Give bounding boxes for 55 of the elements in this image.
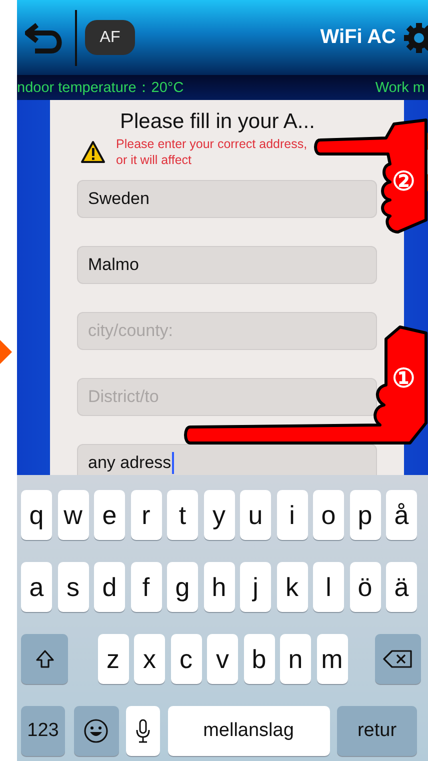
key[interactable]: v [207,634,238,684]
delete-key[interactable] [375,634,421,684]
key[interactable]: å [386,490,417,540]
input-field[interactable]: any adress [77,444,377,475]
key[interactable]: l [313,562,344,612]
back-icon[interactable] [25,20,65,54]
key[interactable]: m [316,634,348,684]
key[interactable]: o [313,490,344,540]
key[interactable]: ä [386,562,417,612]
app-title: WiFi AC [320,26,396,49]
input-field[interactable]: Sweden [77,180,377,218]
shift-icon [34,649,54,669]
warning-text: Please enter your correct address, or it will affect [116,136,308,168]
key[interactable]: k [276,562,308,612]
key[interactable]: z [98,634,128,684]
key[interactable]: q [21,490,52,540]
key[interactable]: d [94,562,125,612]
shift-key[interactable] [21,634,68,684]
return-key[interactable]: retur [337,706,417,756]
key[interactable]: ö [350,562,380,612]
step-number: ② [392,168,415,194]
key[interactable]: a [21,562,52,612]
settings-icon[interactable] [402,20,428,54]
key[interactable]: b [244,634,274,684]
step-number: ① [392,365,415,391]
key[interactable]: t [167,490,198,540]
key[interactable]: s [58,562,88,612]
microphone-key[interactable] [126,706,160,756]
warning-icon [80,140,106,164]
af-button[interactable]: AF [85,20,135,55]
key[interactable]: e [94,490,125,540]
status-text: Work m [375,80,425,96]
key[interactable]: w [58,490,88,540]
key[interactable]: n [280,634,311,684]
dialog-title: Please fill in your A... [120,110,316,134]
input-field[interactable]: Malmo [77,246,377,284]
status-text: ndoor temperature：20°C [17,79,184,97]
arrow-icon [0,340,12,364]
emoji-key[interactable] [74,706,118,756]
key[interactable]: y [204,490,234,540]
emoji-icon [83,718,109,744]
numbers-key[interactable]: 123 [21,706,65,756]
key[interactable]: u [240,490,271,540]
key[interactable]: i [276,490,308,540]
key[interactable]: c [170,634,202,684]
microphone-icon [135,718,151,744]
key[interactable]: h [204,562,234,612]
key[interactable]: x [134,634,165,684]
key[interactable]: f [130,562,162,612]
delete-icon [383,649,413,669]
space-key[interactable]: mellanslag [168,706,330,756]
key[interactable]: p [350,490,380,540]
key[interactable]: g [167,562,198,612]
key[interactable]: r [130,490,162,540]
key[interactable]: j [240,562,271,612]
